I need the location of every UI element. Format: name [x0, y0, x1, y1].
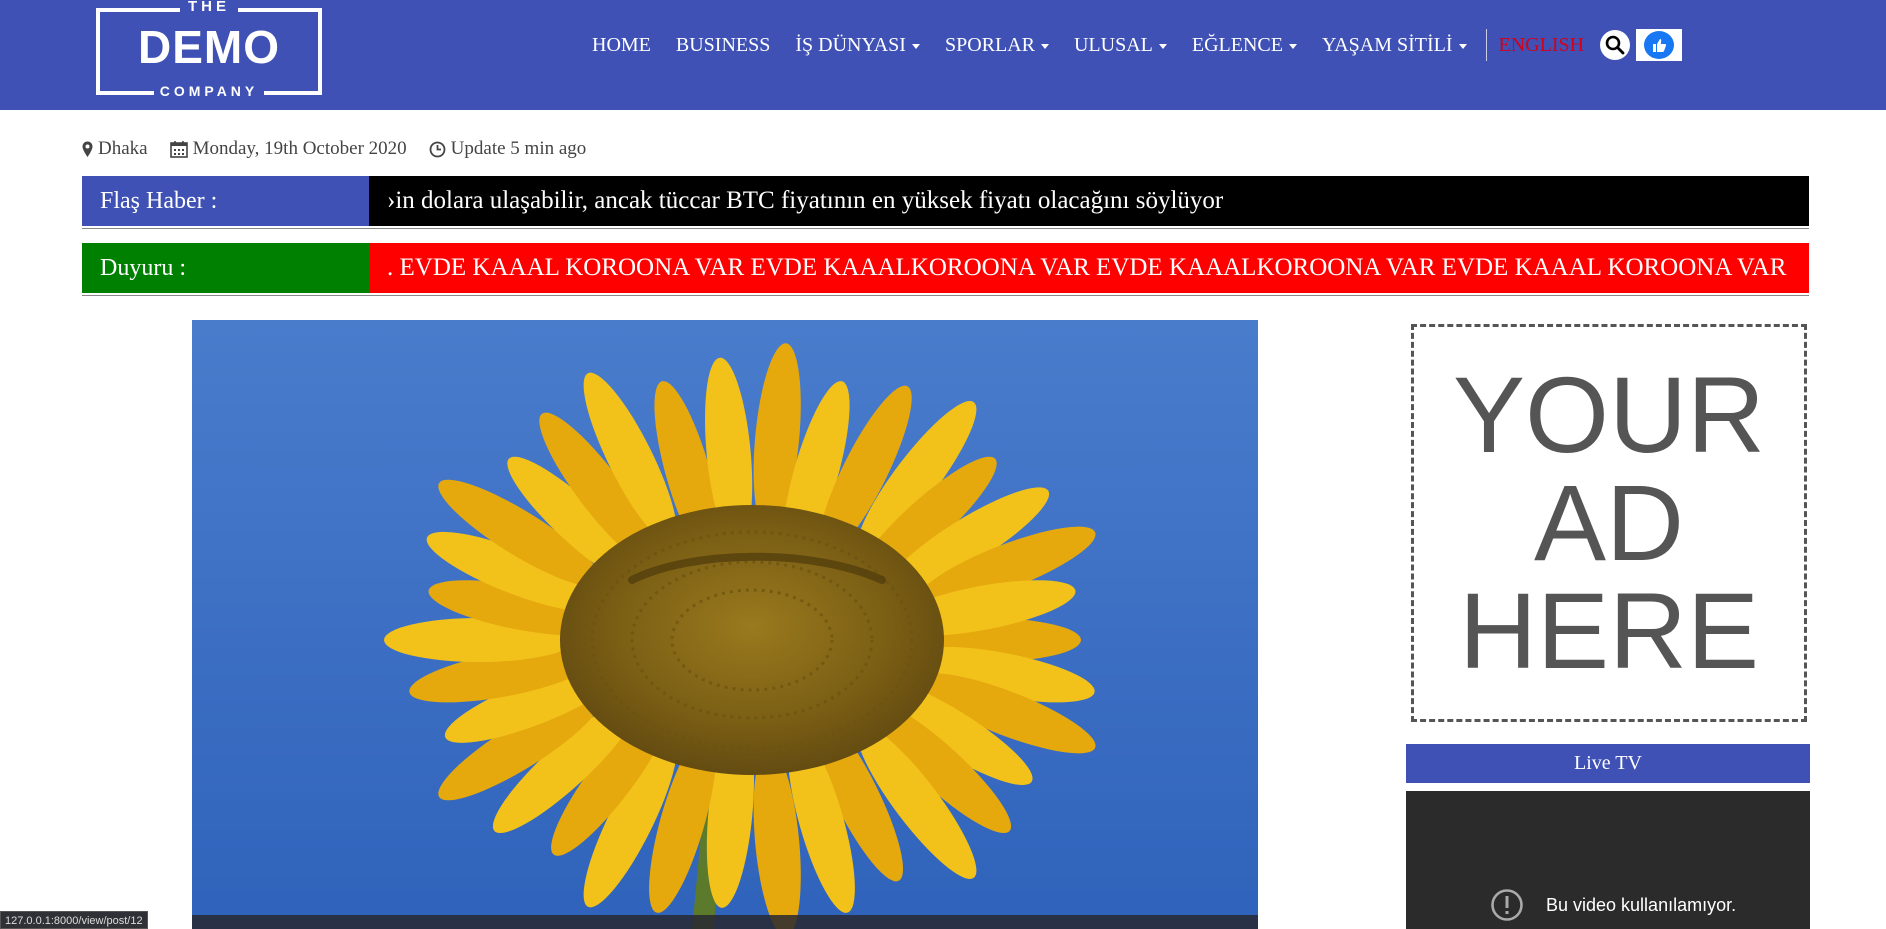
advertisement-placeholder[interactable]: YOUR AD HERE: [1411, 324, 1807, 722]
breaking-news-ticker: Flaş Haber : ›in dolara ulaşabilir, anca…: [82, 176, 1809, 226]
location-text: Dhaka: [98, 138, 148, 159]
nav-eglence[interactable]: EĞLENCE: [1192, 34, 1297, 57]
announcement-text[interactable]: . EVDE KAAAL KOROONA VAR EVDE KAAALKOROO…: [369, 243, 1809, 293]
alert-circle-icon: [1491, 889, 1523, 921]
caret-down-icon: [1158, 43, 1167, 49]
caret-down-icon: [1288, 43, 1297, 49]
search-icon: [1605, 35, 1625, 55]
image-caption-bar: [192, 915, 1258, 929]
clock-icon: [429, 141, 446, 157]
divider: [82, 295, 1809, 296]
nav-yasam-sitili[interactable]: YAŞAM SİTİLİ: [1322, 34, 1467, 57]
breaking-news-label: Flaş Haber :: [82, 176, 369, 226]
announcement-ticker: Duyuru : . EVDE KAAAL KOROONA VAR EVDE K…: [82, 243, 1809, 293]
thumbs-up-icon: [1653, 39, 1667, 52]
logo-demo-text: DEMO: [138, 21, 280, 73]
nav-divider: [1485, 29, 1487, 61]
video-unavailable-message: Bu video kullanılamıyor.: [1546, 894, 1737, 915]
facebook-like-button[interactable]: [1636, 29, 1683, 61]
caret-down-icon: [1040, 43, 1049, 49]
site-header: THE DEMO COMPANY HOME BUSINESS İŞ DÜNYAS…: [0, 0, 1886, 110]
map-marker-icon: [82, 141, 93, 157]
live-tv-video-player[interactable]: Bu video kullanılamıyor.: [1406, 791, 1810, 929]
logo-company-text: COMPANY: [153, 83, 265, 99]
announcement-label: Duyuru :: [82, 243, 369, 293]
nav-home[interactable]: HOME: [592, 34, 651, 57]
info-bar: Dhaka Monday, 19th October 2020 Update 5…: [82, 138, 608, 160]
update-text: Update 5 min ago: [450, 138, 587, 159]
live-tv-header: Live TV: [1406, 744, 1810, 783]
logo-the-text: THE: [180, 0, 238, 15]
divider: [82, 228, 1809, 229]
sunflower-image: [192, 320, 1258, 929]
caret-down-icon: [911, 43, 920, 49]
date-text: Monday, 19th October 2020: [192, 138, 407, 159]
nav-sporlar[interactable]: SPORLAR: [945, 34, 1049, 57]
nav-ulusal[interactable]: ULUSAL: [1074, 34, 1167, 57]
search-button[interactable]: [1600, 30, 1631, 60]
nav-is-dunyasi[interactable]: İŞ DÜNYASI: [795, 34, 920, 57]
caret-down-icon: [1458, 43, 1467, 49]
ad-text-line: HERE: [1458, 570, 1760, 691]
breaking-news-text[interactable]: ›in dolara ulaşabilir, ancak tüccar BTC …: [369, 176, 1809, 226]
main-nav: HOME BUSINESS İŞ DÜNYASI SPORLAR ULUSAL …: [592, 29, 1683, 61]
calendar-icon: [169, 141, 188, 158]
featured-post-image[interactable]: [192, 320, 1258, 929]
ad-text-line: AD: [1533, 462, 1685, 583]
nav-business[interactable]: BUSINESS: [676, 34, 770, 57]
browser-status-bar: 127.0.0.1:8000/view/post/12: [0, 911, 148, 929]
language-switch-english[interactable]: ENGLISH: [1499, 34, 1585, 57]
site-logo[interactable]: THE DEMO COMPANY: [96, 0, 322, 99]
ad-text-line: YOUR: [1452, 354, 1766, 475]
